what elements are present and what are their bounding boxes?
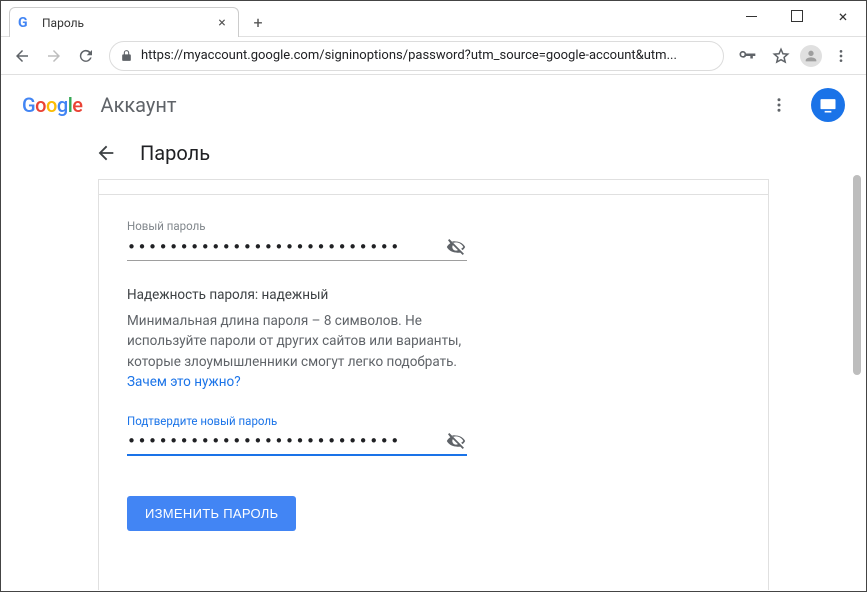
more-vert-icon [770,96,788,114]
tab-favicon-google-icon: G [18,15,34,31]
confirm-password-label: Подтвердите новый пароль [127,414,277,428]
confirm-password-field: Подтвердите новый пароль •••••••••••••••… [127,414,467,456]
new-password-field: Новый пароль •••••••••••••••••••••••••• [127,219,467,261]
toggle-visibility-button[interactable] [445,236,467,258]
arrow-left-icon [95,142,117,164]
reload-icon [77,47,95,65]
tab-title: Пароль [42,16,206,30]
window-close-button[interactable]: × [820,1,866,31]
page-title: Пароль [140,141,210,165]
card-top-divider [99,194,768,195]
nav-forward-button [39,41,69,71]
nav-back-button[interactable] [7,41,37,71]
password-hint: Минимальная длина пароля – 8 символов. Н… [127,311,467,392]
eye-off-icon [445,430,467,452]
browser-menu-button[interactable] [826,41,856,71]
monitor-icon [818,95,838,115]
profile-avatar-icon[interactable] [800,45,822,67]
hint-learn-more-link[interactable]: Зачем это нужно? [127,374,241,390]
google-logo[interactable]: Google [22,93,83,117]
lock-icon [120,49,133,62]
address-url: https://myaccount.google.com/signinoptio… [141,48,713,63]
hint-text: Минимальная длина пароля – 8 символов. Н… [127,313,461,370]
arrow-left-icon [13,47,31,65]
strength-value: надежный [262,287,329,303]
new-tab-button[interactable]: + [247,11,269,33]
page-viewport: Google Аккаунт Пароль Новый пароль •••••… [2,75,865,590]
window-maximize-button[interactable] [774,1,820,31]
header-account-avatar[interactable] [811,88,845,122]
new-password-input[interactable]: •••••••••••••••••••••••••• [127,238,445,256]
scrollbar[interactable] [853,175,861,515]
strength-label: Надежность пароля: [127,287,258,303]
bookmark-star-icon[interactable] [766,41,796,71]
account-label: Аккаунт [101,93,177,117]
window-minimize-button[interactable] [728,1,774,31]
window-titlebar: G Пароль × + × [1,1,866,37]
page-back-button[interactable] [94,141,118,165]
confirm-password-input[interactable]: •••••••••••••••••••••••••• [127,432,445,450]
change-password-button[interactable]: ИЗМЕНИТЬ ПАРОЛЬ [127,496,296,531]
window-controls: × [728,1,866,31]
password-card: Новый пароль •••••••••••••••••••••••••• … [98,179,769,590]
address-bar[interactable]: https://myaccount.google.com/signinoptio… [109,41,724,71]
eye-off-icon [445,236,467,258]
header-more-button[interactable] [761,87,797,123]
toggle-visibility-button[interactable] [445,430,467,452]
nav-reload-button[interactable] [71,41,101,71]
app-header: Google Аккаунт [2,75,865,135]
browser-tab[interactable]: G Пароль × [9,7,239,37]
tab-close-icon[interactable]: × [214,15,230,31]
page-header: Пароль [2,135,865,179]
scrollbar-thumb[interactable] [853,175,861,375]
password-strength: Надежность пароля: надежный [127,287,740,303]
password-key-icon[interactable] [732,41,762,71]
new-password-label: Новый пароль [127,219,205,233]
arrow-right-icon [45,47,63,65]
browser-toolbar: https://myaccount.google.com/signinoptio… [1,37,866,75]
